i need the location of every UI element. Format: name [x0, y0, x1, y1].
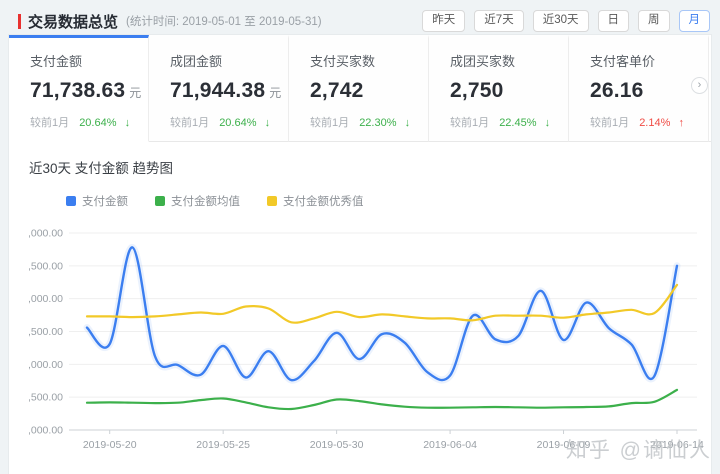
time-range-button-group: 昨天近7天近30天日周月 — [422, 10, 710, 32]
trend-down-arrow-icon: ↓ — [405, 117, 411, 129]
dashboard-panel: 支付金额 71,738.63 元 较前1月 20.64% ↓ 成团金额 71,94… — [8, 34, 712, 474]
trend-down-arrow-icon: ↓ — [125, 117, 131, 129]
y-axis-label: 1,000.00 — [29, 425, 63, 437]
stat-card-group-amount[interactable]: 成团金额 71,944.38 元 较前1月 20.64% ↓ — [149, 35, 289, 142]
compare-percent: 22.45% — [499, 117, 536, 129]
compare-percent: 20.64% — [79, 117, 116, 129]
header-bar: 交易数据总览 (统计时间: 2019-05-01 至 2019-05-31) 昨… — [18, 8, 710, 34]
legend-item-average[interactable]: 支付金额均值 — [155, 193, 240, 209]
compare-label: 较前1月 — [590, 117, 629, 129]
stat-card-group-buyers[interactable]: 成团买家数 2,750 较前1月 22.45% ↓ — [429, 35, 569, 142]
stat-period-subtitle: (统计时间: 2019-05-01 至 2019-05-31) — [126, 13, 322, 29]
cards-row-filler — [709, 35, 711, 142]
time-range-button-3[interactable]: 日 — [598, 10, 630, 32]
y-axis-label: 2,500.00 — [29, 326, 63, 338]
watermark: 知乎 @谪仙人 — [566, 434, 712, 464]
compare-label: 较前1月 — [310, 117, 349, 129]
stat-card-pay-amount[interactable]: 支付金额 71,738.63 元 较前1月 20.64% ↓ — [9, 35, 149, 142]
page-title: 交易数据总览 — [28, 11, 118, 32]
compare-percent: 20.64% — [219, 117, 256, 129]
legend-label: 支付金额 — [82, 193, 128, 209]
time-range-button-2[interactable]: 近30天 — [533, 10, 589, 32]
legend-item-pay-amount[interactable]: 支付金额 — [66, 193, 128, 209]
stat-label: 支付客单价 — [590, 51, 708, 70]
x-axis-label: 2019-05-25 — [196, 439, 250, 451]
legend-item-excellent[interactable]: 支付金额优秀值 — [267, 193, 364, 209]
stat-value: 71,944.38 — [170, 79, 265, 102]
legend-label: 支付金额优秀值 — [283, 193, 364, 209]
series-line-average — [87, 390, 677, 409]
y-axis-label: 4,000.00 — [29, 228, 63, 240]
stat-unit: 元 — [129, 86, 141, 100]
compare-percent: 22.30% — [359, 117, 396, 129]
x-axis-label: 2019-05-20 — [83, 439, 137, 451]
compare-label: 较前1月 — [170, 117, 209, 129]
stat-label: 成团金额 — [170, 51, 288, 70]
carousel-next-chevron-icon[interactable]: › — [691, 77, 708, 94]
trend-down-arrow-icon: ↓ — [265, 117, 271, 129]
time-range-button-4[interactable]: 周 — [638, 10, 670, 32]
trend-line-chart: 1,000.00 1,500.00 2,000.00 2,500.00 3,000.00… — [29, 209, 713, 465]
y-axis-label: 1,500.00 — [29, 392, 63, 404]
trend-chart-section: 近30天 支付金额 趋势图 支付金额 支付金额均值 支付金额优秀值 1,000.… — [9, 142, 711, 470]
y-axis-label: 3,500.00 — [29, 260, 63, 272]
x-axis-label: 2019-05-30 — [310, 439, 364, 451]
trend-up-arrow-icon: ↑ — [678, 117, 684, 129]
stat-label: 支付金额 — [30, 51, 148, 70]
legend-swatch-blue — [66, 196, 76, 206]
legend-label: 支付金额均值 — [171, 193, 240, 209]
legend-swatch-yellow — [267, 196, 277, 206]
chart-legend: 支付金额 支付金额均值 支付金额优秀值 — [66, 193, 703, 209]
stat-card-pay-buyers[interactable]: 支付买家数 2,742 较前1月 22.30% ↓ — [289, 35, 429, 142]
y-axis-label: 3,000.00 — [29, 293, 63, 305]
chart-title: 近30天 支付金额 趋势图 — [29, 157, 703, 177]
stat-value: 2,750 — [450, 79, 504, 102]
time-range-button-5[interactable]: 月 — [679, 10, 711, 32]
x-axis-label: 2019-06-04 — [423, 439, 477, 451]
compare-label: 较前1月 — [30, 117, 69, 129]
title-accent-bar — [18, 14, 21, 29]
compare-label: 较前1月 — [450, 117, 489, 129]
title-group: 交易数据总览 (统计时间: 2019-05-01 至 2019-05-31) — [18, 11, 322, 32]
legend-swatch-green — [155, 196, 165, 206]
stat-unit: 元 — [269, 86, 281, 100]
time-range-button-0[interactable]: 昨天 — [422, 10, 465, 32]
compare-percent: 2.14% — [639, 117, 670, 129]
time-range-button-1[interactable]: 近7天 — [474, 10, 523, 32]
stat-label: 支付买家数 — [310, 51, 428, 70]
stat-cards-row: 支付金额 71,738.63 元 较前1月 20.64% ↓ 成团金额 71,94… — [9, 35, 711, 142]
stat-label: 成团买家数 — [450, 51, 568, 70]
stat-value: 26.16 — [590, 79, 644, 102]
stat-value: 2,742 — [310, 79, 364, 102]
stat-card-price-per-buyer[interactable]: 支付客单价 26.16 较前1月 2.14% ↑ — [569, 35, 709, 142]
stat-value: 71,738.63 — [30, 79, 125, 102]
y-axis-label: 2,000.00 — [29, 359, 63, 371]
trend-down-arrow-icon: ↓ — [545, 117, 551, 129]
